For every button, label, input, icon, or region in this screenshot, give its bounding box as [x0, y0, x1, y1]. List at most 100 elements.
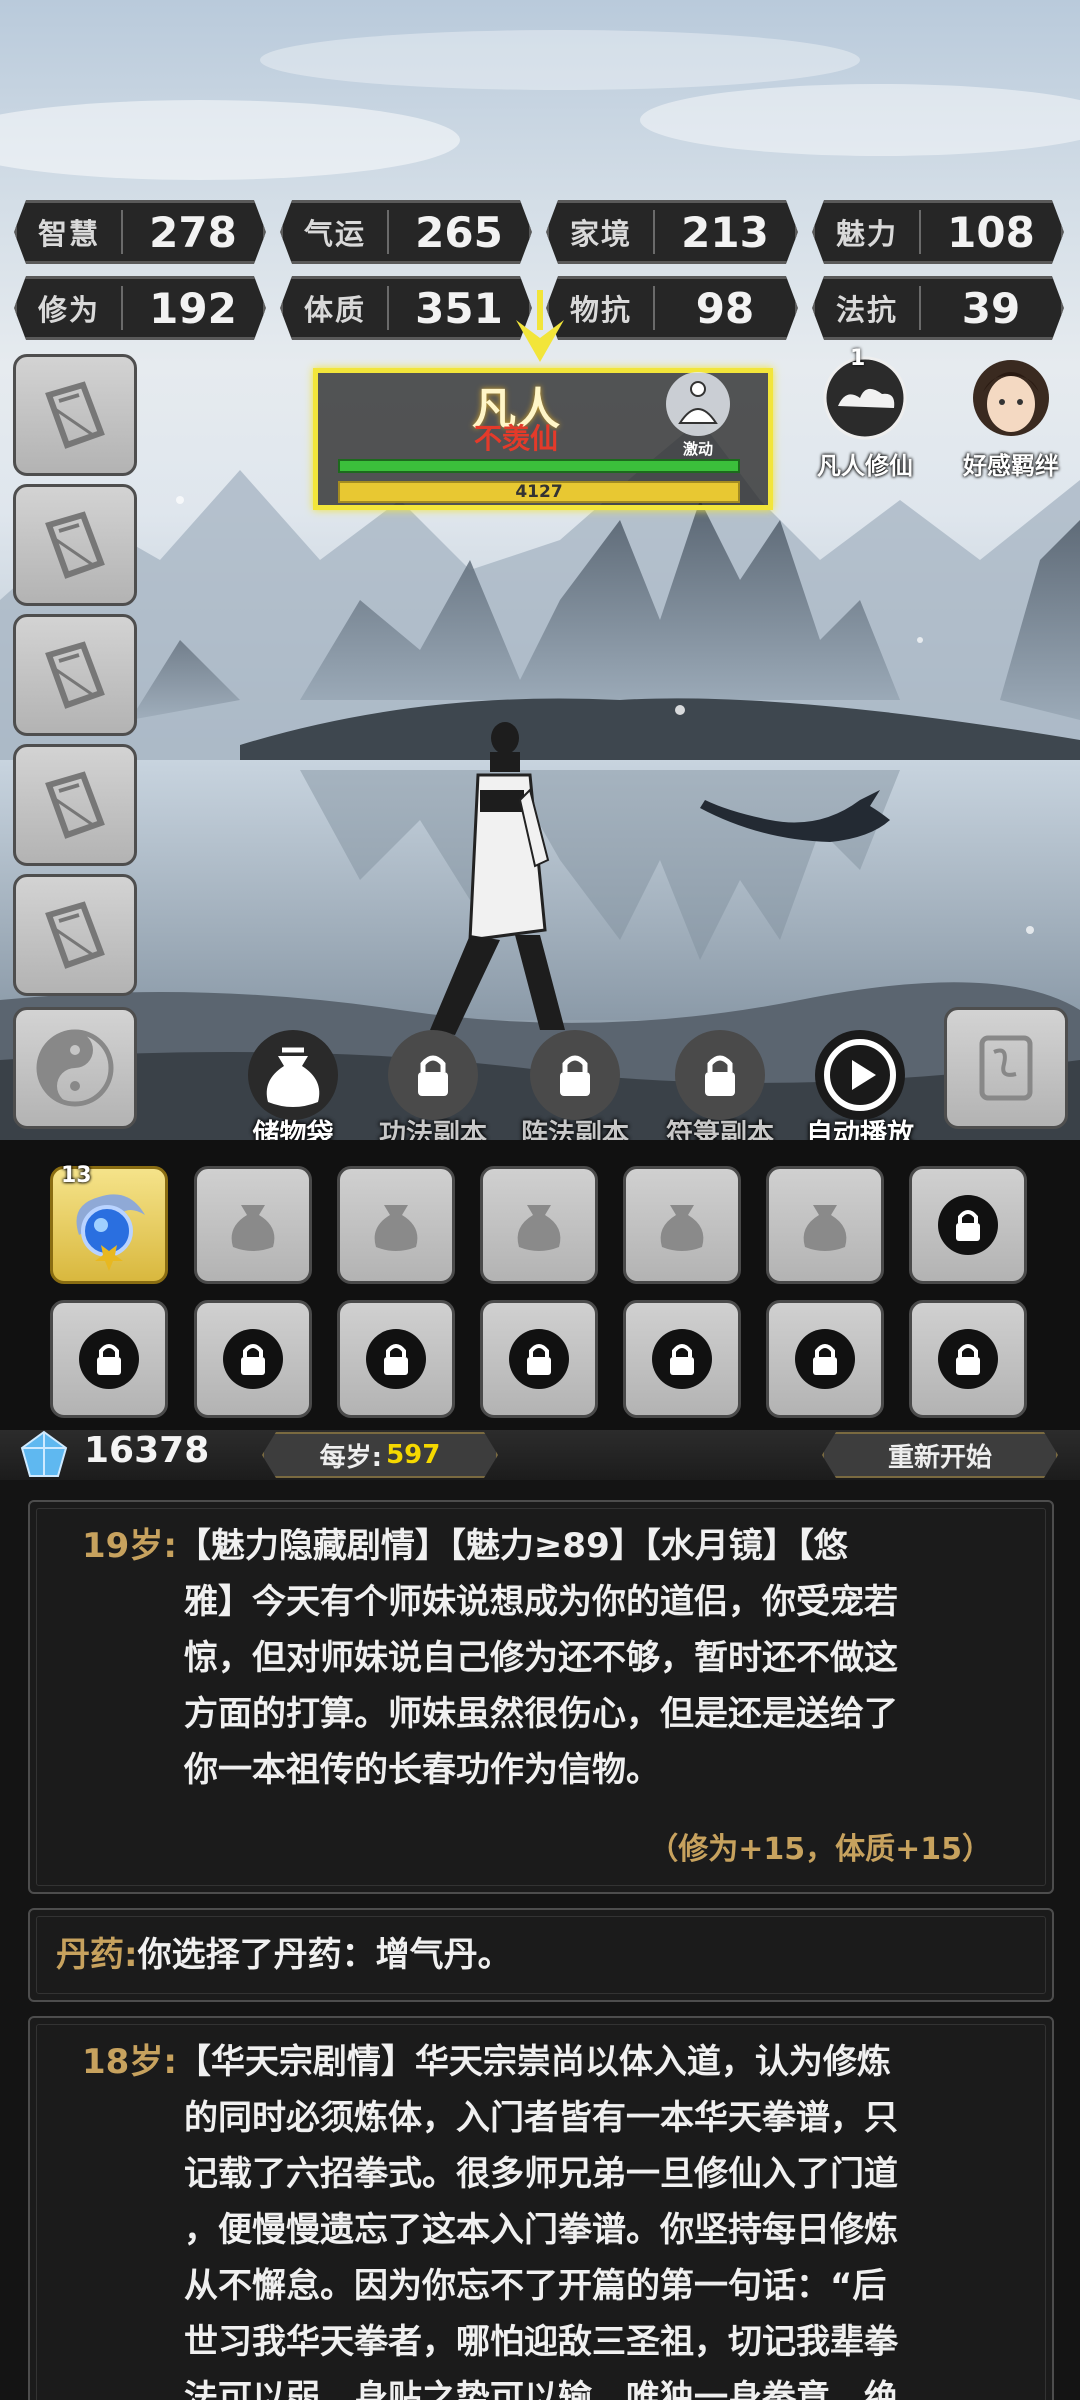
affection-bond-label: 好感羁绊: [963, 452, 1059, 480]
inventory-slot-locked[interactable]: [337, 1300, 455, 1418]
meditation-icon: [666, 372, 730, 436]
stat-value: 39: [961, 283, 1021, 333]
log-effect-note: （修为+15，体质+15）: [648, 1832, 992, 1867]
log-card-age19: 19岁:【魅力隐藏剧情】【魅力≥89】【水月镜】【悠 雅】今天有个师妹说想成为你…: [28, 1500, 1054, 1894]
skill-dungeon-button[interactable]: 功法副本: [363, 1030, 503, 1140]
health-bar: [338, 459, 740, 473]
mortal-cultivation-button[interactable]: 1 凡人修仙: [800, 346, 930, 481]
inventory-slot-bag[interactable]: [623, 1166, 741, 1284]
bag-icon: [374, 1205, 418, 1251]
lock-icon: [795, 1329, 855, 1389]
stat-magic-resist: 法抗 39: [812, 276, 1064, 340]
scroll-slot[interactable]: [944, 1007, 1068, 1129]
yin-yang-icon: [36, 1029, 114, 1107]
inventory-slot-locked[interactable]: [766, 1300, 884, 1418]
lock-icon: [938, 1329, 998, 1389]
book-icon: [45, 901, 105, 969]
stat-value: 278: [149, 207, 237, 257]
log-line: 你选择了丹药：增气丹。: [137, 1935, 512, 1975]
crystal-icon: [20, 1430, 68, 1477]
stat-label: 体质: [303, 293, 366, 327]
yin-yang-slot[interactable]: [13, 1007, 137, 1129]
bag-icon: [517, 1205, 561, 1251]
per-age-label: 每岁:: [319, 1442, 383, 1473]
skill-slot-1[interactable]: [13, 354, 137, 476]
log-card-age18: 18岁:【华天宗剧情】华天宗崇尚以体入道，认为修炼 的同时必须炼体，入门者皆有一…: [28, 2016, 1054, 2400]
log-line: 记载了六招拳式。很多师兄弟一旦修仙入了门道: [184, 2154, 898, 2194]
stat-cultivation: 修为 192: [14, 276, 266, 340]
log-line: 从不懈怠。因为你忘不了开篇的第一句话：“后: [184, 2266, 887, 2306]
stat-value: 351: [415, 283, 503, 333]
log-age: 19岁:: [82, 1526, 177, 1566]
landscape-background: [0, 30, 1080, 1140]
lock-icon: [79, 1329, 139, 1389]
skill-slot-5[interactable]: [13, 874, 137, 996]
lock-icon: [366, 1329, 426, 1389]
game-scene: 智慧 278 气运 265 家境 213 魅力 108 修为 192 体质 351 物抗 98…: [0, 0, 1080, 1140]
bag-icon: [660, 1205, 704, 1251]
affection-bond-button[interactable]: 好感羁绊: [946, 352, 1076, 481]
log-line: 方面的打算。师妹虽然很伤心，但是还是送给了: [184, 1694, 898, 1734]
log-line: 的同时必须炼体，入门者皆有一本华天拳谱，只: [184, 2098, 898, 2138]
inventory-slot-bag[interactable]: [194, 1166, 312, 1284]
inventory-slot-locked[interactable]: [50, 1300, 168, 1418]
log-entry-age19: 19岁:【魅力隐藏剧情】【魅力≥89】【水月镜】【悠 雅】今天有个师妹说想成为你…: [82, 1518, 898, 1798]
skill-slot-2[interactable]: [13, 484, 137, 606]
log-line: 你一本祖传的长春功作为信物。: [184, 1750, 660, 1790]
inventory-slot-locked[interactable]: [909, 1166, 1027, 1284]
stat-physical-resist: 物抗 98: [546, 276, 798, 340]
stat-label: 魅力: [835, 217, 898, 251]
log-line: ，便慢慢遗忘了这本入门拳谱。你坚持每日修炼: [184, 2210, 898, 2250]
talisman-dungeon-button[interactable]: 符箓副本: [650, 1030, 790, 1140]
inventory-slot-locked[interactable]: [480, 1300, 598, 1418]
inventory-grid: 13: [0, 1140, 1080, 1430]
bag-icon: [803, 1205, 847, 1251]
stat-wisdom: 智慧 278: [14, 200, 266, 264]
bag-icon: [266, 1047, 320, 1107]
inventory-slot-locked[interactable]: [194, 1300, 312, 1418]
log-line: 【魅力隐藏剧情】【魅力≥89】【水月镜】【悠: [176, 1526, 848, 1566]
book-icon: [45, 381, 105, 449]
companion-avatar-icon: [973, 360, 1049, 436]
exp-bar: 4127: [338, 481, 740, 503]
storage-bag-button[interactable]: 储物袋: [223, 1030, 363, 1140]
auto-play-button[interactable]: 自动播放: [790, 1030, 930, 1140]
stat-constitution: 体质 351: [280, 276, 532, 340]
inventory-slot-featured[interactable]: 13: [50, 1163, 168, 1284]
formation-dungeon-button[interactable]: 阵法副本: [505, 1030, 645, 1140]
realm-panel[interactable]: 凡人 不羡仙 激动 4127: [313, 368, 773, 510]
log-line: 惊，但对师妹说自己修为还不够，暂时还不做这: [184, 1638, 898, 1678]
lock-icon: [652, 1329, 712, 1389]
meditate-button[interactable]: 激动: [658, 369, 738, 459]
crystal-count: 16378: [84, 1430, 210, 1471]
inventory-slot-locked[interactable]: [623, 1300, 741, 1418]
skill-slot-3[interactable]: [13, 614, 137, 736]
restart-label: 重新开始: [887, 1442, 992, 1473]
stat-value: 108: [947, 207, 1035, 257]
stat-value: 213: [681, 207, 769, 257]
stat-label: 修为: [37, 293, 100, 327]
meditate-label: 激动: [682, 440, 713, 458]
log-entry-age18: 18岁:【华天宗剧情】华天宗崇尚以体入道，认为修炼 的同时必须炼体，入门者皆有一…: [82, 2034, 898, 2400]
item-count-badge: 13: [61, 1163, 92, 1188]
arrow-down-icon: [516, 290, 564, 362]
stat-value: 98: [695, 283, 755, 333]
lock-icon: [223, 1329, 283, 1389]
mortal-badge: 1: [850, 346, 866, 371]
stat-label: 智慧: [37, 217, 100, 251]
inventory-slot-bag[interactable]: [480, 1166, 598, 1284]
inventory-slot-bag[interactable]: [337, 1166, 455, 1284]
skill-slot-4[interactable]: [13, 744, 137, 866]
lock-icon: [560, 1055, 590, 1096]
stat-value: 265: [415, 207, 503, 257]
lock-icon: [705, 1055, 735, 1096]
stat-label: 法抗: [835, 293, 898, 327]
lock-icon: [938, 1195, 998, 1255]
book-icon: [45, 771, 105, 839]
log-line: 雅】今天有个师妹说想成为你的道侣，你受宠若: [184, 1582, 898, 1622]
restart-button[interactable]: 重新开始: [822, 1432, 1058, 1478]
inventory-slot-bag[interactable]: [766, 1166, 884, 1284]
scroll-icon: [979, 1035, 1033, 1101]
stat-charm: 魅力 108: [812, 200, 1064, 264]
inventory-slot-locked[interactable]: [909, 1300, 1027, 1418]
